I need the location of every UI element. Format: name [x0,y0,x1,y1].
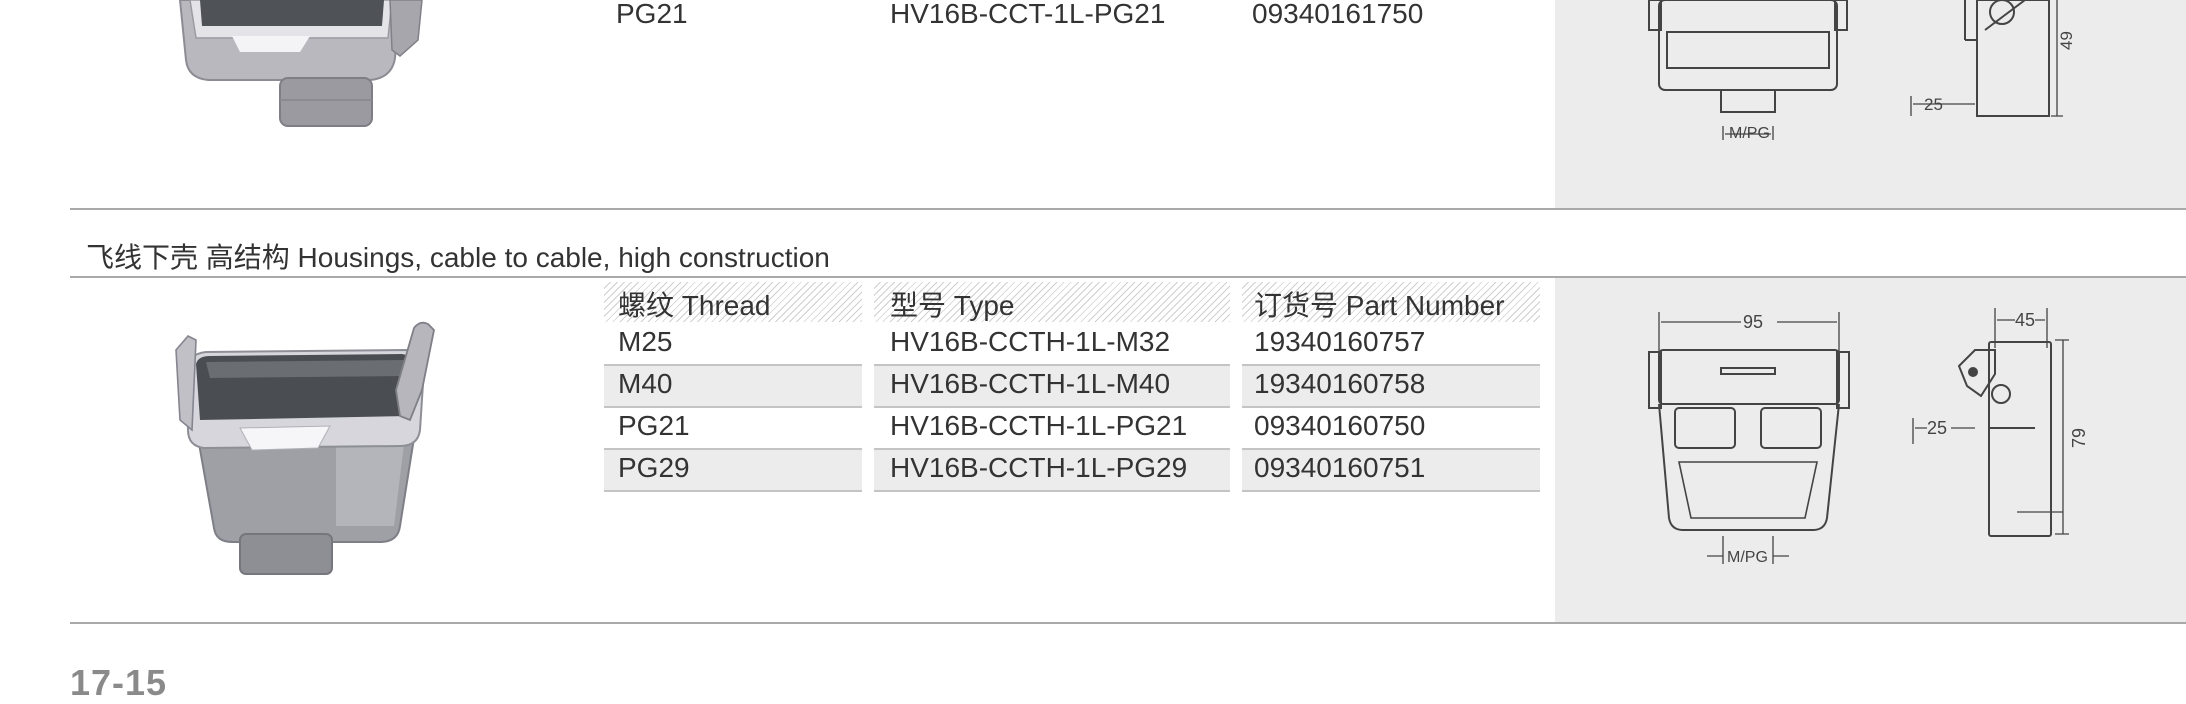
row-divider-4b [874,490,1230,492]
product-image [175,321,435,575]
part-number-cell-top: 09340161750 [1252,0,1424,29]
header-type: 型号 Type [890,290,1015,321]
dim-entry: M/PG [1727,549,1768,566]
dim-depth: 45 [2015,310,2035,330]
table-row-1-part-number: 19340160757 [1254,326,1426,357]
dim-side-top: 25 [1924,95,1943,114]
row-divider-4a [604,490,862,492]
type-cell-top: HV16B-CCT-1L-PG21 [890,0,1166,29]
dim-height-top: 49 [2057,31,2076,50]
technical-drawing: 95 45 25 79 M/PG [1648,308,2089,566]
dim-height: 79 [2069,428,2089,448]
divider-bottom [70,622,2186,624]
header-part-number: 订货号 Part Number [1254,290,1505,321]
product-image-top [178,0,423,127]
table-row-2-part-number: 19340160758 [1254,368,1426,399]
divider-top [70,208,2186,210]
section-title: 飞线下壳 高结构 Housings, cable to cable, high … [86,242,830,273]
table-row-3-thread: PG21 [618,410,690,441]
table-row-4-type: HV16B-CCTH-1L-PG29 [890,452,1188,483]
table-row-2-thread: M40 [618,368,673,399]
row-divider-2c [1242,406,1540,408]
table-row-1-thread: M25 [618,326,673,357]
table-row-2-type: HV16B-CCTH-1L-M40 [890,368,1171,399]
table-row-4-thread: PG29 [618,452,690,483]
table-row-1-type: HV16B-CCTH-1L-M32 [890,326,1171,357]
row-divider-2a [604,406,862,408]
dim-width: 95 [1743,312,1763,332]
dim-entry-top: M/PG [1729,125,1770,142]
table-row-3-part-number: 09340160750 [1254,410,1426,441]
table-row-4-part-number: 09340160751 [1254,452,1426,483]
table-row-3-type: HV16B-CCTH-1L-PG21 [890,410,1188,441]
row-divider-4c [1242,490,1540,492]
row-divider-2b [874,406,1230,408]
technical-drawing-top: M/PG 25 49 [1648,0,2076,142]
header-thread: 螺纹 Thread [618,290,771,321]
thread-cell-top: PG21 [616,0,688,29]
dim-side: 25 [1927,418,1947,438]
